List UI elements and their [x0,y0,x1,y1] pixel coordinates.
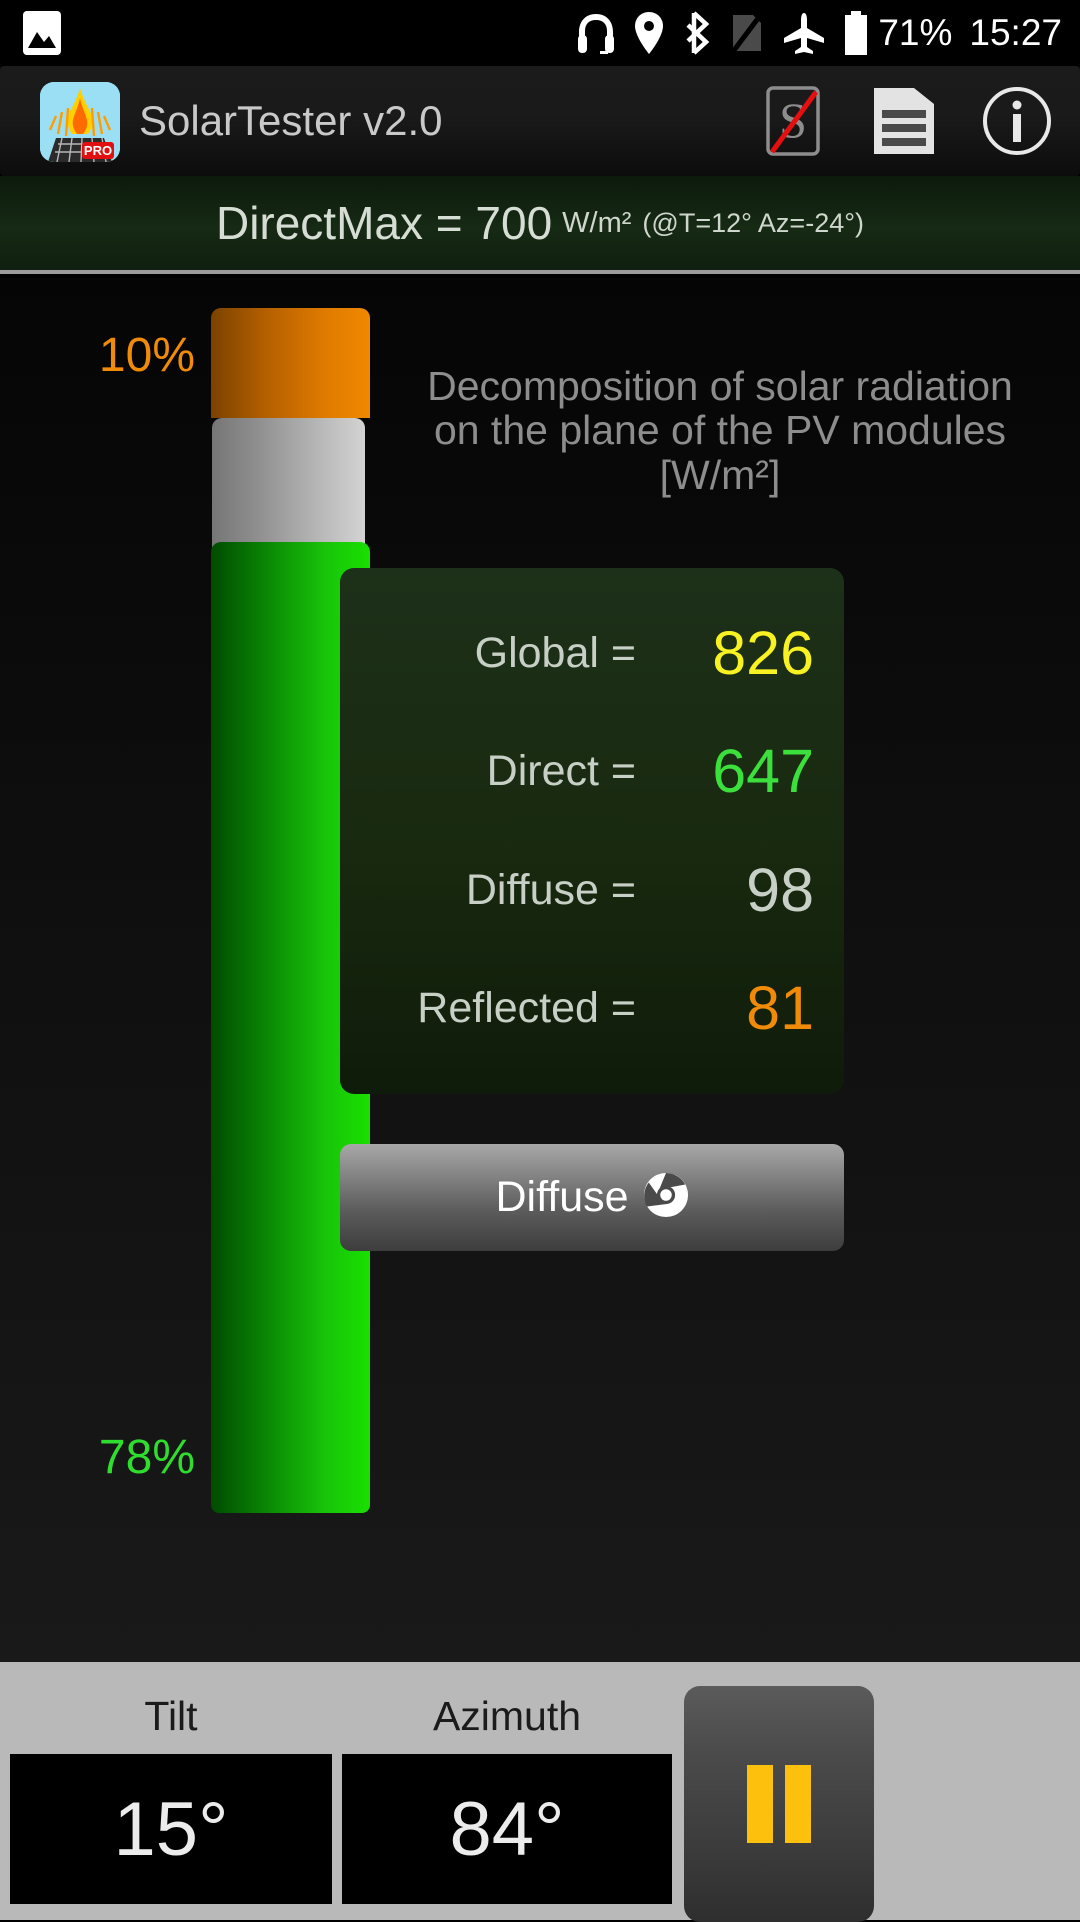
azimuth-input[interactable]: 84° [342,1754,672,1904]
shading-off-button[interactable]: S [756,84,830,158]
svg-text:PRO: PRO [84,143,112,158]
image-icon [22,10,62,56]
value-label-global: Global = [474,628,636,677]
airplane-mode-icon [782,11,826,55]
bar-segment-reflected [211,308,370,418]
value-label-direct: Direct = [486,747,636,796]
status-bar: 71% 15:27 [0,0,1080,66]
reflected-percent-label: 10% [98,329,195,382]
directmax-conditions: (@T=12° Az=-24°) [642,207,865,238]
directmax-value: DirectMax = 700 [215,197,553,249]
value-row-reflected: Reflected = 81 [340,954,844,1064]
info-button[interactable] [980,84,1054,158]
value-row-global: Global = 826 [340,598,844,708]
bar-segment-diffuse [212,418,365,552]
pause-button[interactable] [684,1686,874,1922]
chart-caption: Decomposition of solar radiation on the … [427,363,1013,498]
azimuth-label: Azimuth [432,1693,582,1739]
azimuth-field-group: Azimuth 84° [342,1684,672,1904]
bluetooth-icon [682,11,712,55]
values-panel: Global = 826 Direct = 647 Diffuse = 98 R… [340,568,844,1094]
tilt-field-group: Tilt 15° [10,1684,332,1904]
app-bar-actions: S [756,66,1054,176]
value-label-diffuse: Diffuse = [465,865,636,914]
value-number-direct: 647 [712,737,814,806]
directmax-banner: DirectMax = 700 W/m² (@T=12° Az=-24°) [0,176,1080,274]
value-number-global: 826 [712,618,814,687]
location-icon [633,11,665,55]
pause-icon-bar-left [747,1765,773,1843]
battery-icon [843,11,869,55]
page-title: SolarTester v2.0 [139,97,443,144]
sim-off-icon [729,11,765,55]
battery-percent: 71% [878,12,953,53]
status-icons: 71% 15:27 [576,0,1062,66]
bottom-bar: Tilt 15° Azimuth 84° [0,1656,1080,1922]
tilt-input[interactable]: 15° [10,1754,332,1904]
app-bar: PRO SolarTester v2.0 S [0,66,1080,176]
value-label-reflected: Reflected = [417,984,636,1033]
directmax-unit: W/m² [562,206,632,239]
pause-icon-bar-right [785,1765,811,1843]
diffuse-button[interactable]: Diffuse [340,1144,844,1251]
value-row-direct: Direct = 647 [340,717,844,827]
value-row-diffuse: Diffuse = 98 [340,835,844,945]
chrome-browser-icon [643,1172,689,1223]
headset-icon [576,12,616,54]
clock: 15:27 [969,12,1062,53]
app-logo: PRO [40,82,120,162]
report-button[interactable] [868,84,942,158]
value-number-reflected: 81 [746,974,814,1043]
diffuse-button-label: Diffuse [495,1173,629,1221]
direct-percent-label: 78% [98,1431,195,1484]
tilt-label: Tilt [144,1693,198,1739]
value-number-diffuse: 98 [746,855,814,924]
main-content: 10% 78% Decomposition of solar radiation… [0,278,1080,1656]
